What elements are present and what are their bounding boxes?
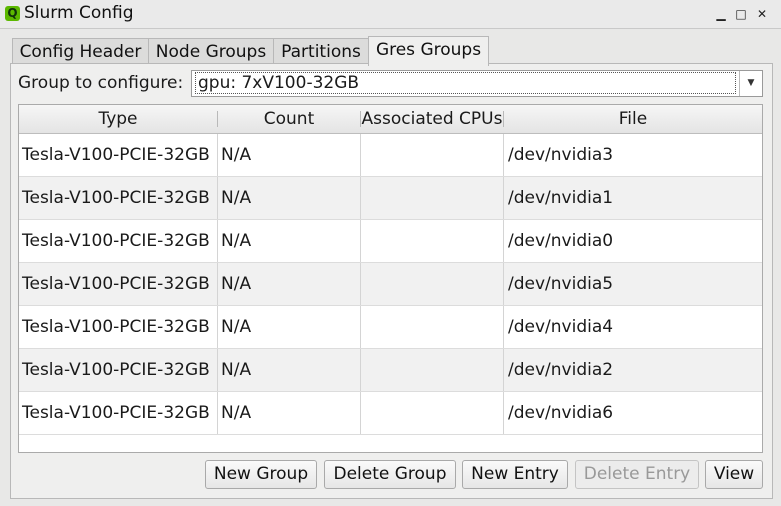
cell-count: N/A: [218, 134, 361, 176]
tab-node-groups[interactable]: Node Groups: [148, 38, 274, 64]
chevron-down-icon[interactable]: ▼: [739, 71, 762, 96]
cell-associated-cpus: [361, 263, 504, 305]
view-button[interactable]: View: [705, 460, 763, 489]
cell-associated-cpus: [361, 177, 504, 219]
cell-count: N/A: [218, 177, 361, 219]
close-icon[interactable]: ✕: [752, 4, 772, 24]
cell-file: /dev/nvidia1: [508, 188, 614, 208]
table-row[interactable]: Tesla-V100-PCIE-32GB N/A /dev/nvidia0: [19, 220, 762, 263]
cell-count: N/A: [218, 349, 361, 391]
table-row[interactable]: Tesla-V100-PCIE-32GB N/A /dev/nvidia5: [19, 263, 762, 306]
window-title: Slurm Config: [24, 3, 134, 23]
delete-group-button[interactable]: Delete Group: [324, 460, 456, 489]
cell-file: /dev/nvidia3: [508, 145, 614, 165]
table-row[interactable]: Tesla-V100-PCIE-32GB N/A /dev/nvidia2: [19, 349, 762, 392]
group-to-configure-label: Group to configure:: [18, 73, 184, 93]
table-row[interactable]: Tesla-V100-PCIE-32GB N/A /dev/nvidia3: [19, 134, 762, 177]
cell-count: N/A: [218, 220, 361, 262]
cell-type: Tesla-V100-PCIE-32GB: [19, 349, 218, 391]
delete-entry-button[interactable]: Delete Entry: [575, 460, 699, 489]
gres-table[interactable]: Type Count Associated CPUs File Tesla-V1…: [18, 104, 763, 453]
table-row[interactable]: Tesla-V100-PCIE-32GB N/A /dev/nvidia4: [19, 306, 762, 349]
column-header-count[interactable]: Count: [218, 105, 360, 133]
slurm-config-window: Q Slurm Config ▁ □ ✕ Config Header Node …: [0, 0, 781, 506]
cell-count: N/A: [218, 306, 361, 348]
cell-associated-cpus: [361, 306, 504, 348]
column-header-type[interactable]: Type: [19, 105, 217, 133]
cell-file: /dev/nvidia6: [508, 403, 614, 423]
cell-type: Tesla-V100-PCIE-32GB: [19, 263, 218, 305]
column-header-file[interactable]: File: [504, 105, 762, 133]
maximize-icon[interactable]: □: [731, 4, 751, 24]
cell-associated-cpus: [361, 349, 504, 391]
app-icon: Q: [5, 6, 20, 21]
cell-type: Tesla-V100-PCIE-32GB: [19, 306, 218, 348]
cell-associated-cpus: [361, 392, 504, 434]
title-bar[interactable]: Q Slurm Config ▁ □ ✕: [0, 0, 781, 29]
new-entry-button[interactable]: New Entry: [462, 460, 568, 489]
table-row[interactable]: Tesla-V100-PCIE-32GB N/A /dev/nvidia1: [19, 177, 762, 220]
tab-gres-groups[interactable]: Gres Groups: [368, 36, 489, 66]
cell-type: Tesla-V100-PCIE-32GB: [19, 220, 218, 262]
cell-file: /dev/nvidia2: [508, 360, 614, 380]
new-group-button[interactable]: New Group: [205, 460, 317, 489]
group-select-value: gpu: 7xV100-32GB: [195, 72, 736, 94]
cell-type: Tesla-V100-PCIE-32GB: [19, 177, 218, 219]
cell-type: Tesla-V100-PCIE-32GB: [19, 392, 218, 434]
group-select[interactable]: gpu: 7xV100-32GB ▼: [191, 70, 763, 97]
cell-associated-cpus: [361, 220, 504, 262]
cell-associated-cpus: [361, 134, 504, 176]
tab-partitions[interactable]: Partitions: [273, 38, 369, 64]
tab-config-header[interactable]: Config Header: [12, 38, 149, 64]
cell-file: /dev/nvidia0: [508, 231, 614, 251]
cell-file: /dev/nvidia4: [508, 317, 614, 337]
minimize-icon[interactable]: ▁: [711, 4, 731, 24]
column-header-associated-cpus[interactable]: Associated CPUs: [361, 105, 503, 133]
table-row[interactable]: Tesla-V100-PCIE-32GB N/A /dev/nvidia6: [19, 392, 762, 435]
cell-type: Tesla-V100-PCIE-32GB: [19, 134, 218, 176]
cell-count: N/A: [218, 263, 361, 305]
cell-count: N/A: [218, 392, 361, 434]
table-header: Type Count Associated CPUs File: [19, 105, 762, 134]
cell-file: /dev/nvidia5: [508, 274, 614, 294]
